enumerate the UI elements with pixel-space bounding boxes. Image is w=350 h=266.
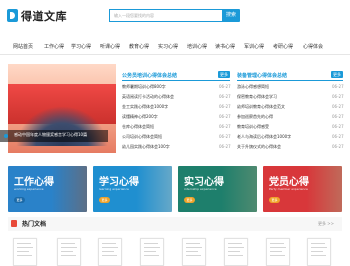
- banner-caption[interactable]: 感动中国年度人物颁奖感言学习心得10篇: [14, 132, 87, 138]
- nav-item-reading[interactable]: 读书心得: [215, 43, 235, 50]
- article-date: 06-27: [219, 114, 231, 119]
- document-thumbnail[interactable]: [140, 238, 164, 266]
- document-thumbnail[interactable]: [57, 238, 81, 266]
- category-title: 实习心得: [184, 177, 224, 188]
- logo-text[interactable]: 得道文库: [21, 8, 67, 24]
- article-date: 06-27: [219, 134, 231, 139]
- hot-docs-more-link[interactable]: 更多 >>: [318, 221, 334, 227]
- article-date: 06-27: [332, 134, 344, 139]
- document-thumbnail[interactable]: [182, 238, 206, 266]
- article-date: 06-27: [332, 84, 344, 89]
- header: 得道文库 输入一段您要找的内容 搜索: [0, 0, 350, 32]
- hot-docs-header: [8, 217, 342, 231]
- nav-item-education[interactable]: 教育心得: [129, 43, 149, 50]
- nav-item-lecture[interactable]: 听课心得: [100, 43, 120, 50]
- nav-item-study[interactable]: 学习心得: [71, 43, 91, 50]
- document-thumbnail[interactable]: [13, 238, 37, 266]
- article-link[interactable]: 读懂精神心得200字: [122, 114, 158, 120]
- article-link[interactable]: 教育培训心得感受: [237, 124, 269, 130]
- category-title: 党员心得: [269, 177, 309, 188]
- article-link[interactable]: 游泳心得感想简短: [237, 84, 269, 90]
- category-card-study[interactable]: 学习心得 learning experience 更多: [93, 166, 172, 212]
- article-link[interactable]: 保密教育心得体会学习: [237, 94, 277, 100]
- article-link[interactable]: 教师暑期培训心得800字: [122, 84, 166, 90]
- category-more-button[interactable]: 更多: [269, 197, 280, 203]
- article-link[interactable]: 参加巡察首先的心得: [237, 114, 273, 120]
- column-underline: [122, 80, 230, 81]
- category-more-button[interactable]: 更多: [184, 197, 195, 203]
- column-more-button[interactable]: 更多: [218, 71, 230, 78]
- column-more-button[interactable]: 更多: [331, 71, 343, 78]
- article-date: 06-27: [332, 94, 344, 99]
- category-title: 学习心得: [99, 177, 139, 188]
- category-subtitle: internship experience: [184, 187, 217, 191]
- nav-item-training[interactable]: 培训心得: [187, 43, 207, 50]
- category-subtitle: working experience: [14, 187, 44, 191]
- search-input[interactable]: 输入一段您要找的内容: [109, 9, 225, 22]
- category-more-button[interactable]: 更多: [14, 197, 25, 203]
- nav-item-military[interactable]: 军训心得: [244, 43, 264, 50]
- article-date: 06-27: [332, 144, 344, 149]
- article-date: 06-27: [219, 94, 231, 99]
- column-underline: [237, 80, 343, 81]
- category-title: 工作心得: [14, 177, 54, 188]
- article-link[interactable]: 幼师培训教育心得体会范文: [237, 104, 285, 110]
- banner-indicator-icon[interactable]: [4, 134, 8, 138]
- article-link[interactable]: 金工实践心得体会1000字: [122, 104, 168, 110]
- category-card-internship[interactable]: 实习心得 internship experience 更多: [178, 166, 257, 212]
- nav-item-experience[interactable]: 心得体会: [303, 43, 323, 50]
- nav-item-home[interactable]: 网站首页: [13, 43, 33, 50]
- nav-item-work[interactable]: 工作心得: [44, 43, 64, 50]
- article-date: 06-27: [219, 124, 231, 129]
- article-link[interactable]: 幼儿园实践心得体会100字: [122, 144, 170, 150]
- category-subtitle: learning experience: [99, 187, 129, 191]
- article-date: 06-27: [332, 104, 344, 109]
- hot-docs-icon: [11, 220, 17, 227]
- document-thumbnail[interactable]: [224, 238, 248, 266]
- document-thumbnail[interactable]: [98, 238, 122, 266]
- category-subtitle: Party member experience: [269, 187, 308, 191]
- article-link[interactable]: 老人与海读后心得体会1000字: [237, 134, 291, 140]
- category-card-work[interactable]: 工作心得 working experience 更多: [8, 166, 87, 212]
- nav-item-postgrad[interactable]: 考研心得: [273, 43, 293, 50]
- article-date: 06-27: [332, 124, 344, 129]
- article-date: 06-27: [219, 144, 231, 149]
- article-link[interactable]: 关于升旗仪式的心得体会: [237, 144, 281, 150]
- category-more-button[interactable]: 更多: [99, 197, 110, 203]
- article-link[interactable]: 仓库心得体会简短: [122, 124, 154, 130]
- document-thumbnail[interactable]: [266, 238, 290, 266]
- hot-docs-title: 热门文档: [22, 221, 47, 228]
- article-date: 06-27: [219, 84, 231, 89]
- article-date: 06-27: [219, 104, 231, 109]
- column-title-equipment[interactable]: 装备管理心得体会总结: [237, 72, 287, 79]
- main-nav: 网站首页 工作心得 学习心得 听课心得 教育心得 实习心得 培训心得 读书心得 …: [0, 40, 350, 55]
- search-button[interactable]: 搜索: [222, 9, 240, 22]
- document-thumbnail[interactable]: [307, 238, 331, 266]
- article-link[interactable]: 公司培训心得体会简短: [122, 134, 162, 140]
- article-link[interactable]: 英语阅读打卡活动的心得体会: [122, 94, 174, 100]
- nav-item-internship[interactable]: 实习心得: [158, 43, 178, 50]
- category-card-party-member[interactable]: 党员心得 Party member experience 更多: [263, 166, 342, 212]
- article-date: 06-27: [332, 114, 344, 119]
- logo-icon[interactable]: [7, 9, 18, 22]
- column-title-civil-servant[interactable]: 公务员培训心得体会总结: [122, 72, 177, 79]
